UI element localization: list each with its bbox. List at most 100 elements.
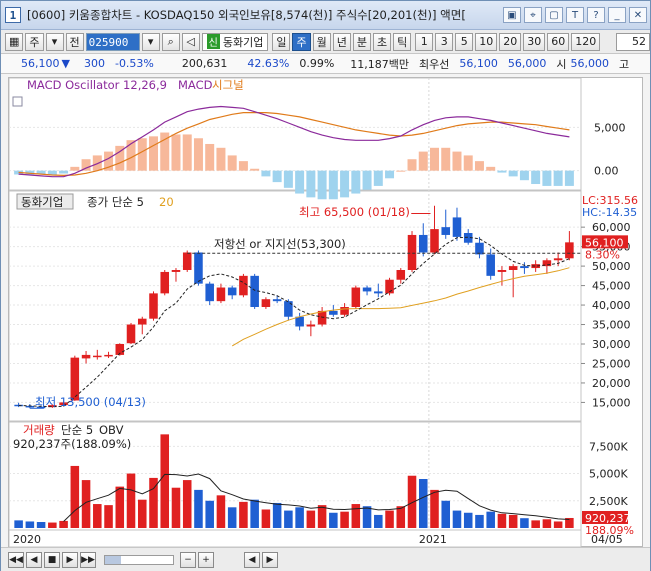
period-button[interactable]: 초 — [372, 32, 392, 51]
x-axis-label-date: 04/05 — [591, 533, 623, 546]
period-unit-select[interactable]: 주 — [25, 32, 44, 51]
chart-toolbar: ▦ 주 ▾ 전 025900 ▾ ⌕ ◁ 신 동화기업 일주월년분초틱 1351… — [1, 30, 650, 54]
candle-body — [362, 287, 372, 292]
fast-forward-icon[interactable]: ▶▶ — [80, 551, 96, 568]
format-icon[interactable]: T — [566, 7, 584, 23]
chevron-down-icon[interactable]: ▾ — [45, 32, 64, 51]
minute-button[interactable]: 5 — [455, 32, 474, 51]
candle-body — [306, 324, 316, 327]
minute-button[interactable]: 30 — [523, 32, 546, 51]
macd-oscillator-bar — [47, 170, 57, 175]
volume-bar — [261, 509, 271, 528]
scroll-right-icon[interactable]: ▶ — [262, 551, 278, 568]
price-tick-label: 30,000 — [592, 338, 631, 351]
minute-button[interactable]: 1 — [415, 32, 434, 51]
candle-body — [475, 242, 484, 255]
macd-oscillator-bar — [396, 170, 406, 172]
volume-bar — [272, 502, 282, 528]
macd-oscillator-bar — [272, 170, 282, 183]
best-ask: 56,100 — [459, 57, 498, 70]
help-icon[interactable]: ? — [587, 7, 605, 23]
stock-code-input[interactable]: 025900 — [85, 32, 140, 51]
candle-body — [205, 283, 214, 302]
volume-bar — [362, 506, 372, 528]
candle-body — [81, 354, 91, 359]
next-icon[interactable]: ▶ — [62, 551, 78, 568]
stop-icon[interactable]: ■ — [44, 551, 60, 568]
price-legend-ma: 종가 단순 5 — [87, 195, 144, 209]
stock-name-box[interactable]: 신 동화기업 — [201, 32, 269, 51]
candle-body — [171, 270, 181, 272]
period-button[interactable]: 년 — [332, 32, 351, 51]
toolbar-grid-icon[interactable]: ▦ — [5, 32, 24, 51]
period-button[interactable]: 분 — [352, 32, 371, 51]
volume-bar — [306, 510, 316, 528]
candle-body — [272, 299, 282, 302]
volume-bar — [351, 504, 361, 528]
candle-body — [351, 287, 361, 307]
display-count-input[interactable]: 52 — [616, 32, 650, 51]
macd-oscillator-bar — [137, 138, 147, 171]
period-button[interactable]: 틱 — [393, 32, 412, 51]
pin-icon[interactable]: ⌖ — [524, 7, 542, 23]
rewind-icon[interactable]: ◀◀ — [8, 551, 24, 568]
volume-legend-obv: OBV — [99, 423, 124, 437]
open-label: 시 — [556, 57, 567, 71]
low-annotation: 최저 13,500 (04/13) — [35, 395, 146, 409]
macd-legend-name: MACD Oscillator 12,26,9 — [27, 78, 167, 92]
change-rate: -0.53% — [114, 57, 154, 70]
minute-button[interactable]: 3 — [435, 32, 454, 51]
macd-oscillator-bar — [564, 170, 574, 186]
volume-bar — [104, 505, 113, 528]
volume-bar — [452, 510, 462, 528]
macd-oscillator-bar — [385, 170, 395, 179]
restore-icon[interactable]: ▢ — [545, 7, 563, 23]
macd-oscillator-bar — [351, 170, 361, 194]
candle-body — [430, 229, 439, 253]
minimize-icon[interactable]: _ — [608, 7, 626, 23]
macd-settings-icon[interactable] — [12, 96, 23, 107]
candle-body — [216, 287, 226, 302]
minute-button[interactable]: 20 — [499, 32, 522, 51]
chart-area[interactable]: 60,00055,00050,00045,00040,00035,00030,0… — [8, 77, 644, 548]
candle-body — [137, 318, 147, 325]
speaker-icon[interactable]: ◁ — [181, 32, 200, 51]
minute-button[interactable]: 60 — [547, 32, 570, 51]
candle-body — [396, 270, 406, 280]
period-button[interactable]: 주 — [292, 32, 311, 51]
volume-bar — [284, 510, 293, 528]
macd-oscillator-bar — [171, 134, 181, 171]
stock-search-icon[interactable]: ▾ — [141, 32, 160, 51]
window-icon[interactable]: ▣ — [503, 7, 521, 23]
minute-button[interactable]: 120 — [571, 32, 601, 51]
candle-body — [250, 275, 259, 307]
candle-body — [497, 270, 507, 272]
macd-oscillator-bar — [452, 151, 462, 171]
zoom-in-icon[interactable]: + — [198, 551, 214, 568]
window-controls: ▣ ⌖ ▢ T? _ ✕ — [503, 7, 650, 23]
zoom-slider[interactable] — [104, 554, 174, 565]
candle-body — [194, 252, 203, 284]
macd-oscillator-bar — [407, 159, 417, 171]
period-button[interactable]: 월 — [312, 32, 331, 51]
prev-icon[interactable]: ◀ — [26, 551, 42, 568]
candle-body — [227, 287, 237, 296]
scroll-left-icon[interactable]: ◀ — [244, 551, 260, 568]
chart-canvas[interactable]: 60,00055,00050,00045,00040,00035,00030,0… — [8, 77, 644, 548]
volume-bar — [250, 499, 259, 528]
all-button[interactable]: 전 — [65, 32, 84, 51]
title-bar[interactable]: 1 [0600] 키움종합차트 - KOSDAQ150 외국인보유[8,574(… — [1, 1, 650, 30]
macd-tick-label: 0.00 — [594, 165, 619, 178]
minute-button[interactable]: 10 — [475, 32, 498, 51]
macd-oscillator-bar — [193, 138, 203, 171]
period-button-group: 일주월년분초틱 — [272, 32, 413, 51]
zoom-out-icon[interactable]: − — [180, 551, 196, 568]
price-info-bar: 56,100 ▼ 300 -0.53% 200,631 42.63% 0.99%… — [1, 54, 650, 74]
close-icon[interactable]: ✕ — [629, 7, 647, 23]
price-tick-label: 50,000 — [592, 260, 631, 273]
chart-window: 1 [0600] 키움종합차트 - KOSDAQ150 외국인보유[8,574(… — [0, 0, 651, 571]
period-button[interactable]: 일 — [272, 32, 291, 51]
macd-panel — [8, 77, 582, 191]
turnover-rate: 0.99% — [299, 57, 335, 70]
search-icon[interactable]: ⌕ — [161, 32, 180, 51]
